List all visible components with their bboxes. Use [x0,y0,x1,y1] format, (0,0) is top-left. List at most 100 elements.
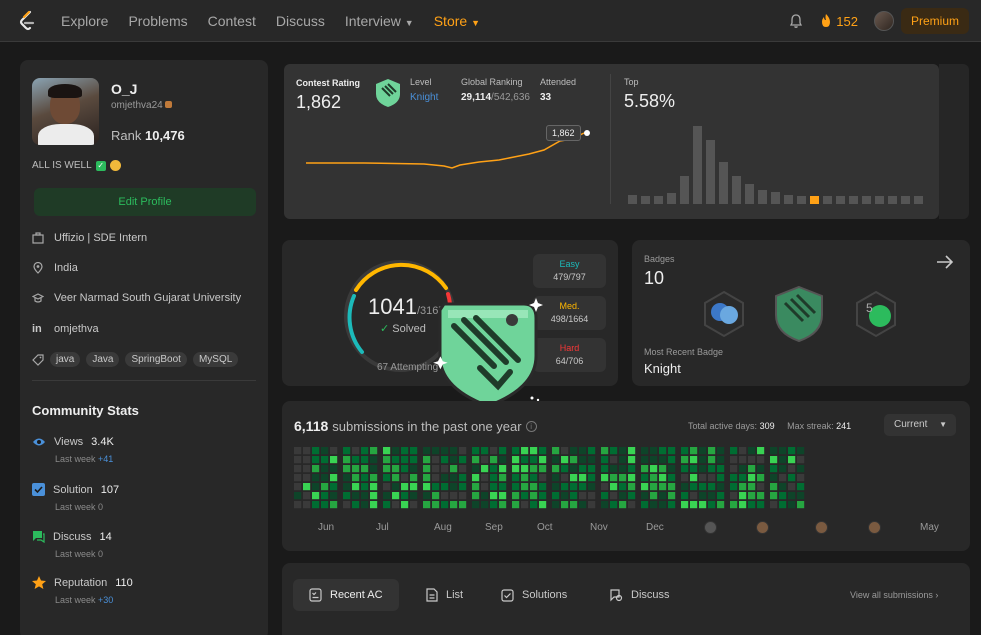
heatmap-cell[interactable] [579,492,587,500]
heatmap-cell[interactable] [459,447,467,455]
heatmap-cell[interactable] [450,483,458,491]
heatmap-cell[interactable] [628,501,636,509]
heatmap-cell[interactable] [441,501,449,509]
heatmap-cell[interactable] [668,465,676,473]
nav-discuss[interactable]: Discuss [276,13,325,29]
heatmap-cell[interactable] [303,447,311,455]
heatmap-cell[interactable] [441,492,449,500]
heatmap-cell[interactable] [770,465,778,473]
heatmap-cell[interactable] [779,501,787,509]
heatmap-cell[interactable] [499,456,507,464]
heatmap-cell[interactable] [699,456,707,464]
edit-profile-button[interactable]: Edit Profile [34,188,256,216]
heatmap-cell[interactable] [330,501,338,509]
heatmap-cell[interactable] [770,474,778,482]
heatmap-cell[interactable] [552,483,560,491]
heatmap-cell[interactable] [499,492,507,500]
heatmap-cell[interactable] [343,483,351,491]
nav-explore[interactable]: Explore [61,13,108,29]
heatmap-cell[interactable] [619,465,627,473]
heatmap-cell[interactable] [423,474,431,482]
my-rank-bar[interactable] [810,196,819,204]
heatmap-cell[interactable] [459,501,467,509]
heatmap-cell[interactable] [450,456,458,464]
heatmap-cell[interactable] [788,474,796,482]
heatmap-cell[interactable] [588,501,596,509]
heatmap-cell[interactable] [601,474,609,482]
heatmap-cell[interactable] [748,456,756,464]
heatmap-cell[interactable] [352,447,360,455]
heatmap-cell[interactable] [619,483,627,491]
heatmap-cell[interactable] [330,483,338,491]
heatmap-cell[interactable] [797,456,805,464]
heatmap-cell[interactable] [730,447,738,455]
heatmap-cell[interactable] [708,465,716,473]
heatmap-cell[interactable] [610,456,618,464]
heatmap-cell[interactable] [739,456,747,464]
heatmap-cell[interactable] [641,492,649,500]
heatmap-cell[interactable] [530,465,538,473]
difficulty-easy[interactable]: Easy 479/797 [533,254,606,288]
heatmap-cell[interactable] [588,492,596,500]
heatmap-cell[interactable] [450,492,458,500]
heatmap-cell[interactable] [512,483,520,491]
heatmap-cell[interactable] [361,492,369,500]
heatmap-cell[interactable] [521,465,529,473]
heatmap-cell[interactable] [708,492,716,500]
heatmap-cell[interactable] [708,447,716,455]
heatmap-cell[interactable] [401,465,409,473]
heatmap-cell[interactable] [521,483,529,491]
heatmap-cell[interactable] [748,465,756,473]
heatmap-cell[interactable] [628,465,636,473]
heatmap-cell[interactable] [650,492,658,500]
heatmap-cell[interactable] [579,501,587,509]
heatmap-cell[interactable] [717,447,725,455]
heatmap-cell[interactable] [401,483,409,491]
heatmap-cell[interactable] [312,456,320,464]
heatmap-cell[interactable] [788,465,796,473]
heatmap-cell[interactable] [570,447,578,455]
heatmap-cell[interactable] [410,456,418,464]
heatmap-cell[interactable] [410,474,418,482]
heatmap-cell[interactable] [641,501,649,509]
heatmap-cell[interactable] [472,483,480,491]
heatmap-cell[interactable] [619,492,627,500]
heatmap-cell[interactable] [441,483,449,491]
heatmap-cell[interactable] [361,501,369,509]
view-all-submissions-link[interactable]: View all submissions › [850,590,938,600]
rating-point[interactable] [584,130,590,136]
heatmap-cell[interactable] [392,456,400,464]
heatmap-cell[interactable] [570,492,578,500]
heatmap-cell[interactable] [552,492,560,500]
heatmap-cell[interactable] [352,492,360,500]
heatmap-cell[interactable] [312,501,320,509]
heatmap-cell[interactable] [610,492,618,500]
heatmap-cell[interactable] [294,447,302,455]
heatmap-cell[interactable] [490,492,498,500]
tab-list[interactable]: List [426,579,463,611]
heatmap-cell[interactable] [383,501,391,509]
heatmap-cell[interactable] [512,465,520,473]
heatmap-cell[interactable] [499,474,507,482]
heatmap-cell[interactable] [779,447,787,455]
heatmap-cell[interactable] [352,456,360,464]
heatmap-cell[interactable] [392,474,400,482]
heatmap-cell[interactable] [681,483,689,491]
heatmap-cell[interactable] [330,447,338,455]
heatmap-cell[interactable] [499,447,507,455]
heatmap-cell[interactable] [432,447,440,455]
heatmap-cell[interactable] [303,483,311,491]
heatmap-cell[interactable] [432,483,440,491]
heatmap-cell[interactable] [383,465,391,473]
heatmap-cell[interactable] [521,492,529,500]
heatmap-cell[interactable] [690,465,698,473]
heatmap-cell[interactable] [294,474,302,482]
heatmap-cell[interactable] [668,456,676,464]
heatmap-cell[interactable] [392,483,400,491]
heatmap-cell[interactable] [601,456,609,464]
heatmap-cell[interactable] [441,465,449,473]
heatmap-cell[interactable] [410,483,418,491]
heatmap-cell[interactable] [490,474,498,482]
knight-badge-icon[interactable] [773,285,825,343]
heatmap-cell[interactable] [699,465,707,473]
